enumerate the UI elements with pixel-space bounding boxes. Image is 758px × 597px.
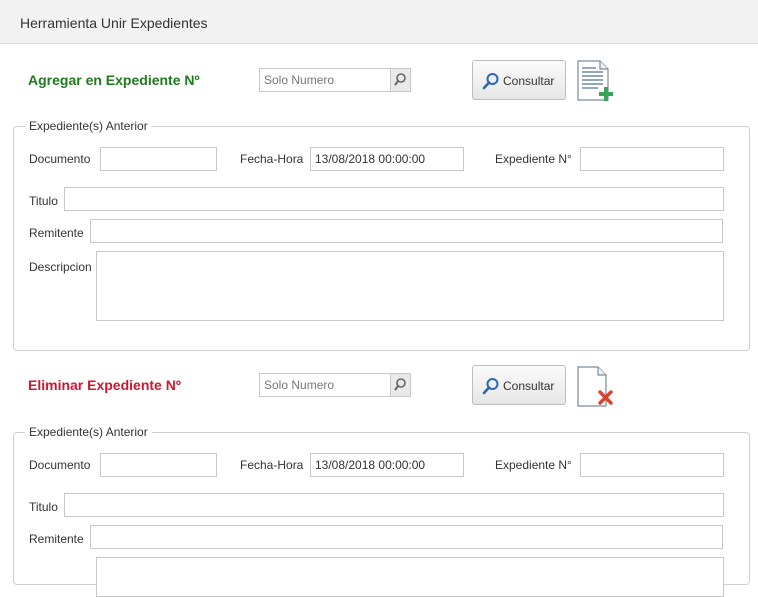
- add-remitente-label: Remitente: [29, 226, 84, 240]
- remove-titulo-label: Titulo: [29, 500, 58, 514]
- add-fecha-label: Fecha-Hora: [240, 152, 304, 166]
- add-titulo-label: Titulo: [29, 194, 58, 208]
- remove-expediente-label: Expediente N°: [495, 458, 572, 472]
- add-consult-label: Consultar: [503, 74, 555, 88]
- add-section-title: Agregar en Expediente Nº: [28, 72, 200, 88]
- remove-descripcion-textarea[interactable]: [96, 557, 724, 597]
- remove-section-title: Eliminar Expediente Nº: [28, 377, 181, 393]
- remove-consult-label: Consultar: [503, 379, 555, 393]
- remove-documento-label: Documento: [29, 458, 91, 472]
- add-fecha-input[interactable]: [310, 147, 464, 171]
- remove-search-input[interactable]: [260, 374, 394, 396]
- remove-group-legend: Expediente(s) Anterior: [29, 425, 148, 439]
- add-descripcion-textarea[interactable]: [96, 251, 724, 321]
- document-remove-icon[interactable]: [576, 366, 618, 408]
- add-documento-input[interactable]: [100, 147, 217, 171]
- magnifier-icon: [482, 378, 499, 395]
- search-icon: [394, 378, 406, 391]
- magnifier-icon: [482, 73, 499, 90]
- add-consult-button[interactable]: Consultar: [472, 60, 566, 100]
- add-remitente-input[interactable]: [90, 219, 723, 243]
- add-search-button[interactable]: [390, 69, 410, 91]
- remove-search-button[interactable]: [390, 374, 410, 396]
- add-titulo-input[interactable]: [64, 187, 724, 211]
- add-documento-label: Documento: [29, 152, 91, 166]
- remove-documento-input[interactable]: [100, 453, 217, 477]
- add-expediente-input[interactable]: [580, 147, 724, 171]
- add-group-legend: Expediente(s) Anterior: [29, 119, 148, 133]
- remove-search-box: [259, 373, 411, 397]
- search-icon: [394, 73, 406, 86]
- window-title: Herramienta Unir Expedientes: [20, 15, 208, 31]
- window-titlebar: Herramienta Unir Expedientes: [0, 0, 758, 44]
- remove-titulo-input[interactable]: [64, 493, 724, 517]
- remove-consult-button[interactable]: Consultar: [472, 365, 566, 405]
- remove-expediente-input[interactable]: [580, 453, 724, 477]
- add-expediente-label: Expediente N°: [495, 152, 572, 166]
- remove-fecha-label: Fecha-Hora: [240, 458, 304, 472]
- document-add-icon[interactable]: [576, 60, 618, 102]
- add-descripcion-label: Descripcion: [29, 260, 92, 274]
- add-search-input[interactable]: [260, 69, 394, 91]
- remove-remitente-label: Remitente: [29, 532, 84, 546]
- remove-fecha-input[interactable]: [310, 453, 464, 477]
- add-search-box: [259, 68, 411, 92]
- remove-remitente-input[interactable]: [90, 525, 723, 549]
